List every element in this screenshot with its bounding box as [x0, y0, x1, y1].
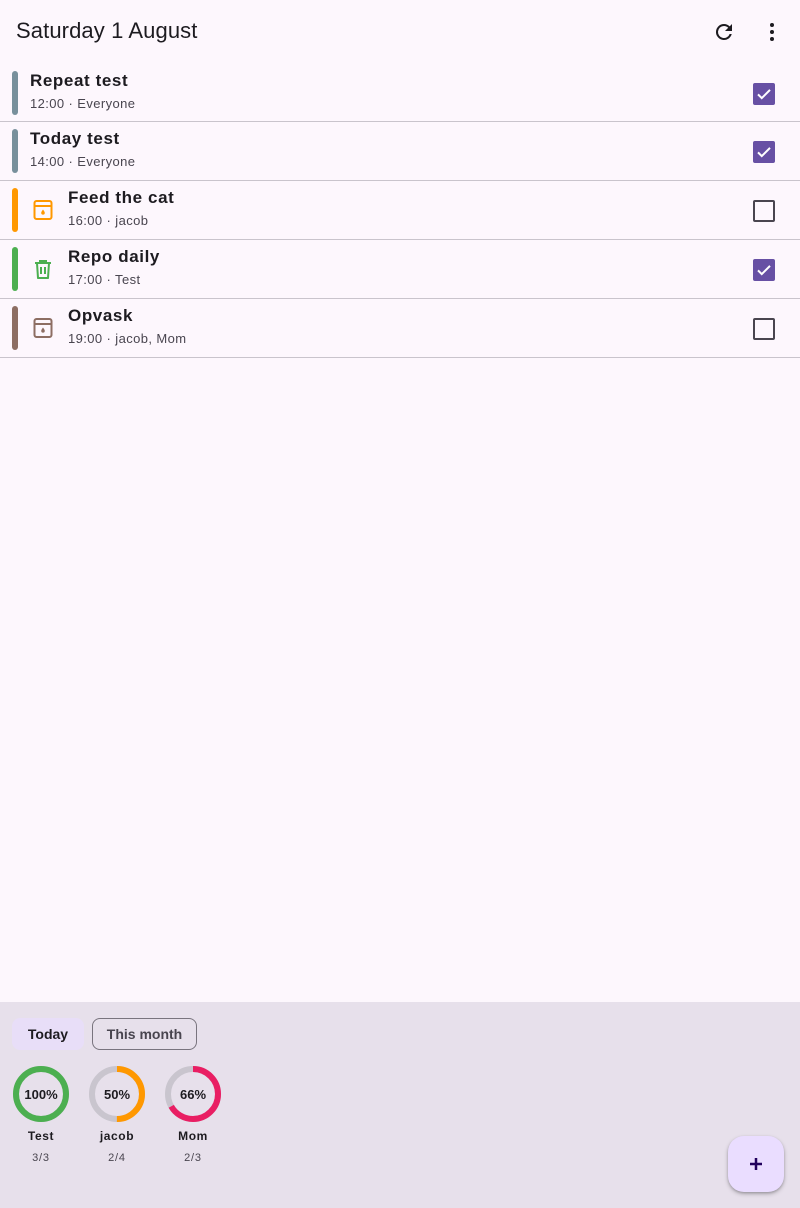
stat-count: 2/4 — [108, 1152, 126, 1164]
check-icon — [757, 147, 771, 158]
check-icon — [757, 265, 771, 276]
task-title: Today test — [30, 129, 120, 148]
stat-count: 3/3 — [32, 1152, 50, 1164]
task-row[interactable]: Today test 14:00 · Everyone — [0, 122, 800, 181]
more-vert-icon — [770, 23, 774, 41]
task-subtitle: 17:00 · Test — [68, 272, 141, 287]
task-color-bar — [12, 129, 18, 173]
stat-percent: 100% — [24, 1087, 58, 1102]
dishwasher-icon — [33, 318, 53, 338]
stat-name: jacob — [99, 1129, 135, 1143]
dishwasher-icon — [33, 200, 53, 220]
task-checkbox[interactable] — [753, 318, 775, 340]
add-task-button[interactable] — [728, 1136, 784, 1192]
refresh-button[interactable] — [704, 12, 744, 52]
stat-name: Test — [27, 1129, 55, 1143]
task-subtitle: 19:00 · jacob, Mom — [68, 331, 187, 346]
add-icon — [750, 1158, 762, 1170]
progress-ring: 50% — [89, 1066, 145, 1122]
stat-name: Mom — [178, 1129, 208, 1143]
stat-item: 50% jacob 2/4 — [85, 1064, 149, 1164]
task-subtitle: 16:00 · jacob — [68, 213, 149, 228]
progress-ring: 66% — [165, 1066, 221, 1122]
task-title: Feed the cat — [68, 188, 175, 207]
page-title: Saturday 1 August — [16, 18, 198, 43]
task-subtitle: 12:00 · Everyone — [30, 96, 136, 111]
stat-item: 100% Test 3/3 — [9, 1064, 73, 1164]
top-app-bar: Saturday 1 August — [0, 0, 800, 64]
task-text: Opvask 19:00 · jacob, Mom — [68, 305, 186, 348]
task-checkbox[interactable] — [753, 200, 775, 222]
task-color-bar — [12, 188, 18, 232]
stat-item: 66% Mom 2/3 — [161, 1064, 225, 1164]
task-color-bar — [12, 306, 18, 350]
task-color-bar — [12, 247, 18, 291]
task-text: Repeat test 12:00 · Everyone — [30, 70, 135, 113]
task-title: Opvask — [68, 306, 134, 325]
task-row[interactable]: Repo daily 17:00 · Test — [0, 240, 800, 299]
task-color-bar — [12, 71, 18, 115]
task-text: Repo daily 17:00 · Test — [68, 246, 160, 289]
task-checkbox[interactable] — [753, 83, 775, 105]
filter-chip-this-month[interactable]: This month — [92, 1018, 197, 1050]
progress-ring: 100% — [13, 1066, 69, 1122]
task-row[interactable]: Opvask 19:00 · jacob, Mom — [0, 299, 800, 358]
task-title: Repo daily — [68, 247, 160, 266]
stat-count: 2/3 — [184, 1152, 202, 1164]
task-title: Repeat test — [30, 71, 129, 90]
refresh-icon — [715, 23, 732, 40]
check-icon — [757, 89, 771, 100]
task-text: Feed the cat 16:00 · jacob — [68, 187, 174, 230]
task-checkbox[interactable] — [753, 141, 775, 163]
task-row[interactable]: Repeat test 12:00 · Everyone — [0, 64, 800, 122]
task-checkbox[interactable] — [753, 259, 775, 281]
filter-chip-today[interactable]: Today — [12, 1018, 84, 1050]
more-options-button[interactable] — [752, 12, 792, 52]
task-subtitle: 14:00 · Everyone — [30, 154, 136, 169]
stat-percent: 66% — [180, 1087, 206, 1102]
trash-icon — [35, 260, 51, 279]
stats-panel: Today This month 100% Test 3/3 50% jacob… — [0, 1002, 800, 1208]
task-list: Repeat test 12:00 · Everyone Today test … — [0, 64, 800, 358]
stat-percent: 50% — [104, 1087, 130, 1102]
task-row[interactable]: Feed the cat 16:00 · jacob — [0, 181, 800, 240]
task-text: Today test 14:00 · Everyone — [30, 128, 135, 171]
